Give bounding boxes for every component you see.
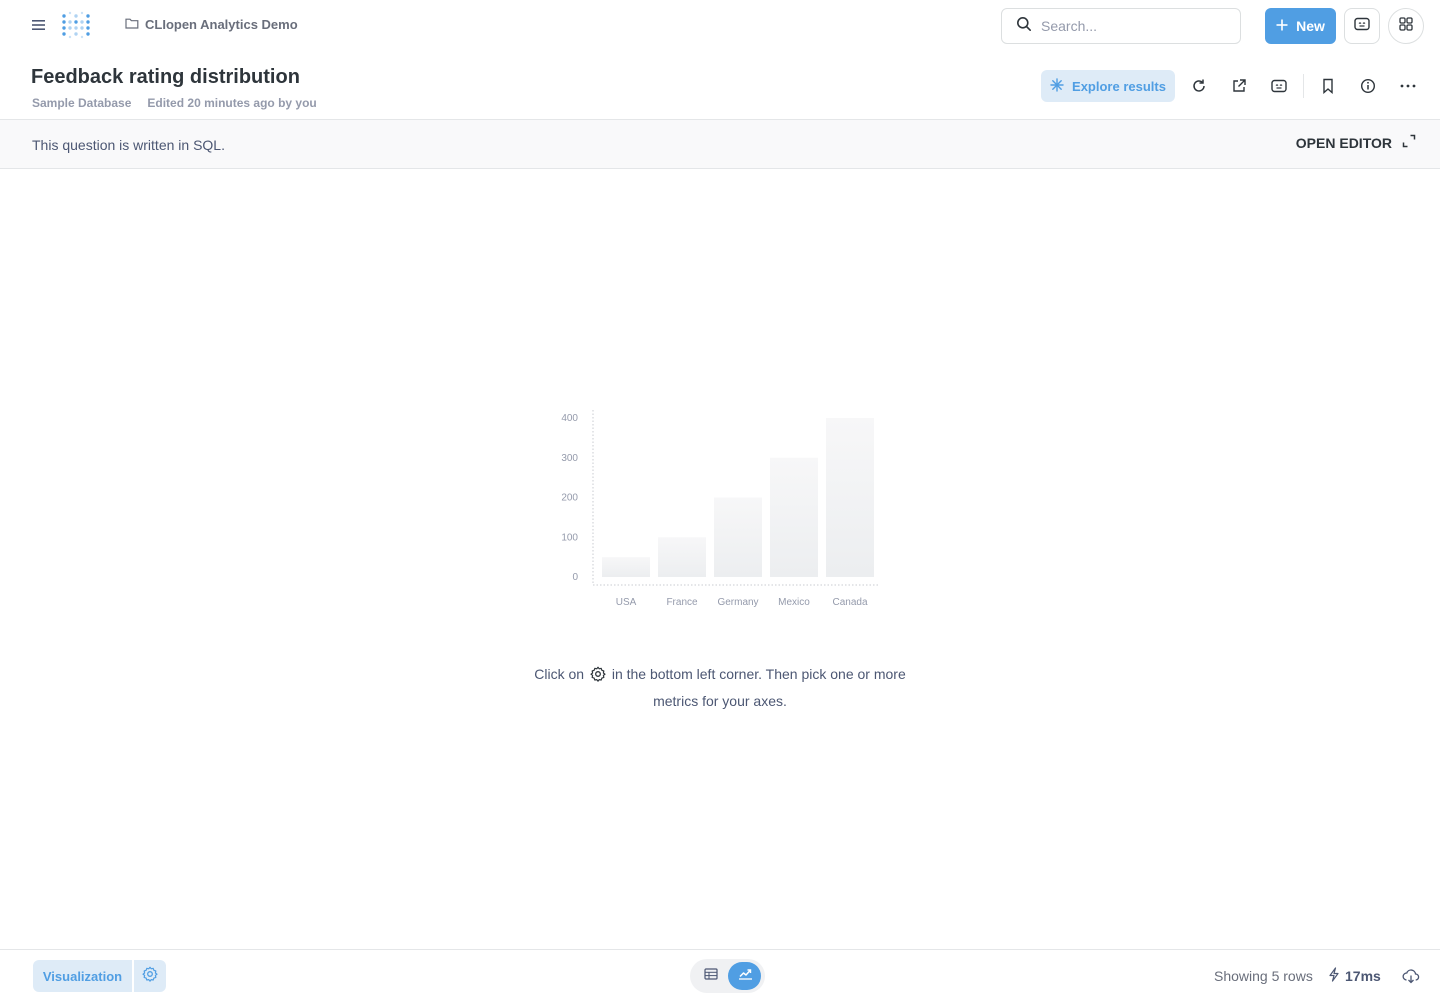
native-query-banner: This question is written in SQL. OPEN ED… [0, 119, 1440, 169]
search-box[interactable] [1001, 8, 1241, 44]
apps-button[interactable] [1388, 8, 1424, 44]
chart-view-toggle[interactable] [728, 962, 761, 990]
explore-results-button[interactable]: Explore results [1041, 70, 1175, 102]
info-icon[interactable] [1357, 75, 1379, 97]
download-icon[interactable] [1400, 965, 1422, 987]
placeholder-bar-chart: 0 100 200 300 400 USA France Germany Mexico Cana… [561, 410, 880, 608]
database-name[interactable]: Sample Database [32, 96, 131, 110]
sparkle-icon [1050, 77, 1064, 95]
y-tick-label: 200 [561, 493, 578, 504]
top-navigation: CLIopen Analytics Demo New [0, 0, 1440, 52]
visualization-helper-text: Click on in the bottom left corner. Then… [520, 662, 920, 713]
chart-bar [770, 457, 818, 577]
helper-text-after: in the bottom left corner. Then pick one… [611, 666, 906, 709]
table-icon [704, 967, 718, 985]
more-options-icon[interactable] [1397, 75, 1419, 97]
question-meta: Sample Database Edited 20 minutes ago by… [32, 96, 317, 110]
chart-bar [602, 557, 650, 577]
chart-bar [658, 537, 706, 577]
x-tick-label: Mexico [778, 597, 810, 608]
collection-breadcrumb[interactable]: CLIopen Analytics Demo [125, 17, 298, 32]
visualization-label: Visualization [42, 968, 123, 984]
new-button-label: New [1296, 18, 1325, 34]
table-view-toggle[interactable] [698, 963, 724, 989]
search-input[interactable] [1041, 18, 1221, 34]
open-editor-button[interactable]: OPEN EDITOR [1296, 134, 1416, 151]
gear-icon [590, 665, 606, 689]
y-tick-label: 0 [572, 572, 578, 583]
share-icon[interactable] [1228, 75, 1250, 97]
refresh-icon[interactable] [1188, 75, 1210, 97]
query-timing: 17ms [1328, 967, 1381, 985]
grid-icon [1399, 16, 1413, 36]
metabot-icon [1354, 17, 1370, 36]
x-tick-label: Germany [717, 597, 758, 608]
bookmark-icon[interactable] [1317, 75, 1339, 97]
plus-icon [1276, 18, 1288, 34]
app-logo-icon[interactable] [60, 10, 90, 40]
visualization-button[interactable]: Visualization [33, 960, 132, 992]
collection-name: CLIopen Analytics Demo [145, 17, 298, 32]
y-tick-label: 300 [561, 453, 578, 464]
y-tick-label: 100 [561, 532, 578, 543]
x-tick-label: France [666, 597, 698, 608]
open-editor-label: OPEN EDITOR [1295, 134, 1392, 151]
line-chart-icon [737, 967, 753, 986]
metabot-icon[interactable] [1268, 75, 1290, 97]
sql-notice-text: This question is written in SQL. [32, 137, 225, 153]
explore-results-label: Explore results [1072, 78, 1166, 94]
chart-bar [826, 418, 874, 577]
question-title[interactable]: Feedback rating distribution [31, 66, 300, 89]
chart-settings-button[interactable] [134, 960, 166, 992]
x-tick-label: Canada [832, 597, 867, 608]
header-divider [1303, 74, 1304, 98]
helper-text-before: Click on [534, 666, 585, 682]
row-count: Showing 5 rows [1214, 968, 1313, 984]
search-icon [1016, 16, 1032, 37]
query-footer: Visualization Showing 5 rows 17ms [0, 949, 1440, 1000]
hamburger-menu-icon[interactable] [28, 14, 50, 36]
last-edited-info[interactable]: Edited 20 minutes ago by you [147, 96, 316, 110]
lightning-icon [1328, 967, 1340, 985]
folder-icon [125, 17, 139, 32]
y-tick-label: 400 [561, 413, 578, 424]
view-toggle [690, 959, 765, 993]
new-button[interactable]: New [1265, 8, 1336, 44]
expand-icon [1402, 134, 1416, 151]
gear-icon [142, 966, 158, 987]
x-tick-label: USA [616, 597, 637, 608]
timing-value: 17ms [1345, 968, 1381, 984]
empty-chart-placeholder: 0 100 200 300 400 USA France Germany Mexico Cana… [550, 402, 890, 617]
chart-bar [714, 497, 762, 577]
metabot-button[interactable] [1344, 8, 1380, 44]
